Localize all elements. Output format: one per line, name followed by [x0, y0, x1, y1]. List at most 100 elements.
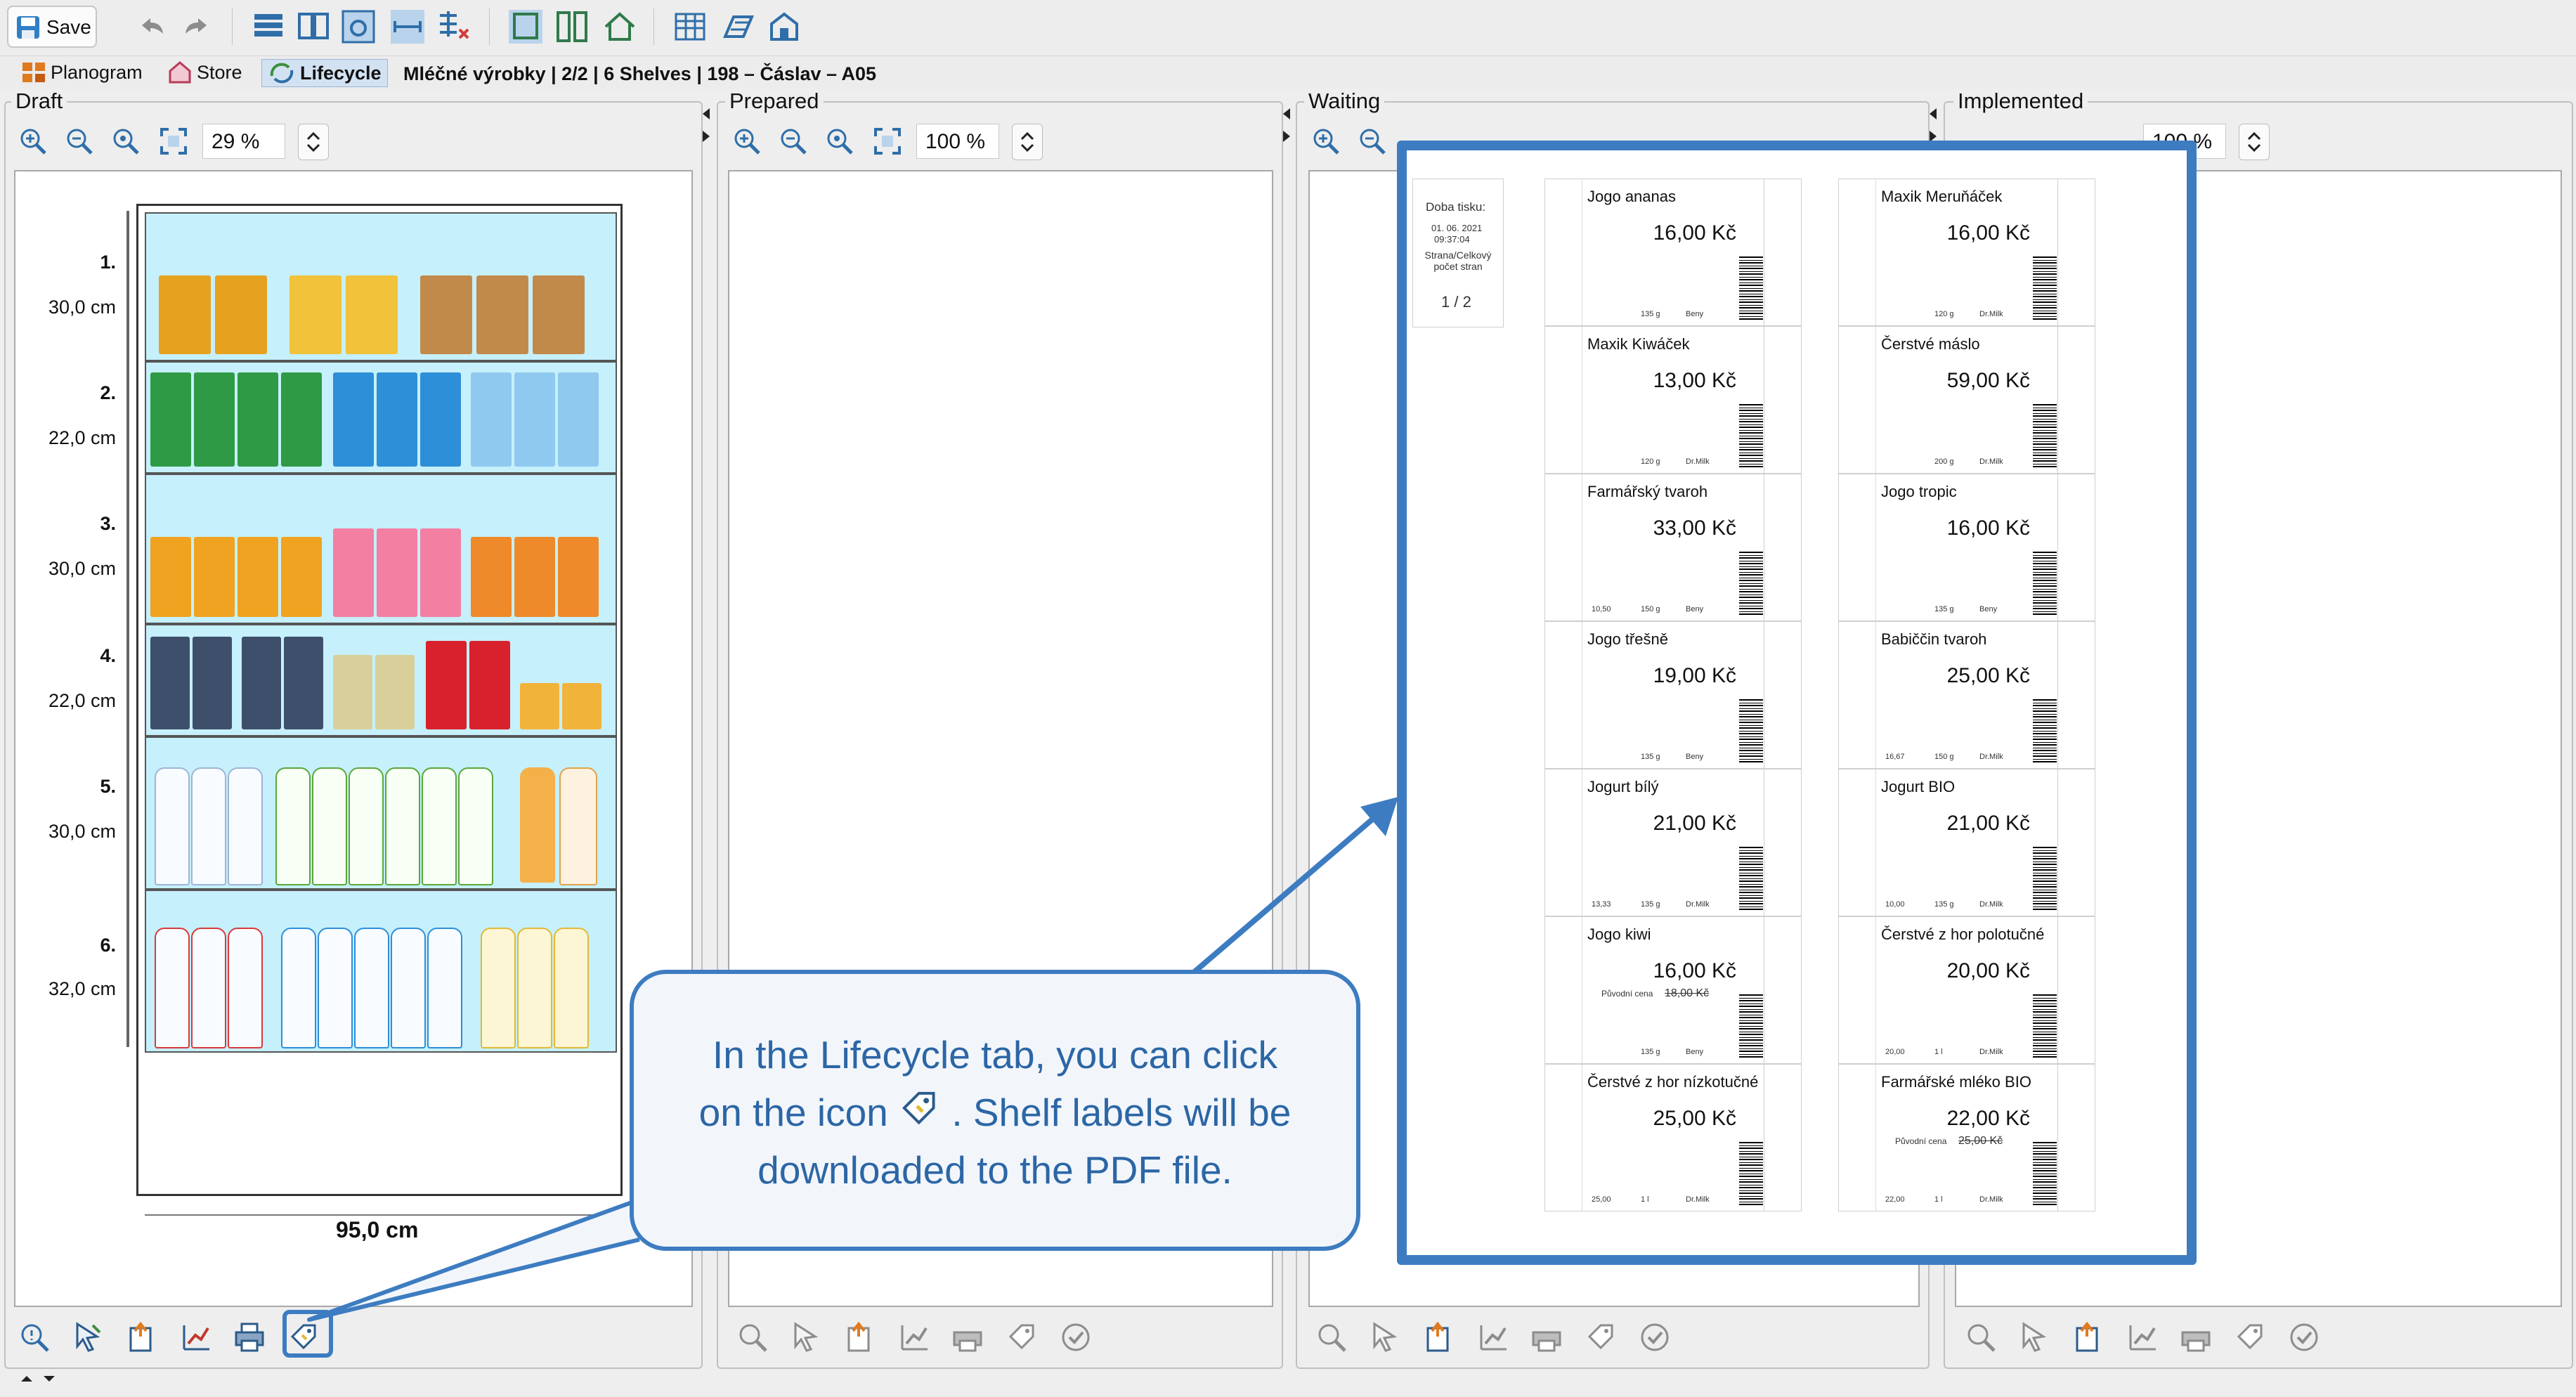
product-milk-bottle[interactable]	[349, 767, 384, 885]
product-yogurt-drink[interactable]	[558, 537, 599, 617]
product-milk-carton[interactable]	[420, 372, 461, 467]
approve-check-icon[interactable]	[1639, 1321, 1671, 1353]
product-yogurt-drink[interactable]	[194, 537, 235, 617]
dimension-icon[interactable]	[389, 8, 426, 45]
product-yogurt-drink[interactable]	[281, 537, 322, 617]
floor-plan-icon[interactable]	[720, 8, 756, 45]
select-pointer-icon[interactable]	[2018, 1321, 2050, 1353]
product-milk-bottle[interactable]	[155, 767, 190, 885]
zoom-level-input[interactable]: 100 %	[916, 124, 999, 159]
select-pointer-icon[interactable]	[790, 1321, 822, 1353]
product-yogurt-drink[interactable]	[238, 537, 278, 617]
photo-view-icon[interactable]	[340, 8, 377, 45]
zoom-fit-icon[interactable]	[825, 126, 854, 156]
panel-resize-arrows-icon[interactable]	[18, 1372, 60, 1386]
print-icon[interactable]	[233, 1321, 266, 1353]
zoom-out-icon[interactable]	[65, 126, 94, 156]
zoom-out-icon[interactable]	[779, 126, 808, 156]
grid-edit-icon[interactable]	[436, 8, 472, 45]
product-cheese[interactable]	[476, 275, 528, 354]
product-yogurt-drink[interactable]	[420, 528, 461, 617]
product-milk-carton[interactable]	[281, 372, 322, 467]
inspect-icon[interactable]	[1315, 1321, 1348, 1353]
print-icon[interactable]	[951, 1321, 984, 1353]
fit-screen-icon[interactable]	[873, 126, 902, 156]
product-milk-bottle[interactable]	[191, 767, 226, 885]
product-milk-bottle[interactable]	[228, 928, 263, 1048]
print-icon[interactable]	[2180, 1321, 2212, 1353]
product-milk-bottle[interactable]	[354, 928, 389, 1048]
product-milk-carton[interactable]	[150, 372, 191, 467]
select-pointer-icon[interactable]	[72, 1321, 104, 1353]
redo-icon[interactable]	[178, 8, 215, 45]
save-button[interactable]: Save	[7, 6, 97, 48]
product-milk-box[interactable]	[150, 637, 190, 729]
breadcrumb-planogram[interactable]: Planogram	[21, 59, 143, 86]
product-milk-bottle[interactable]	[481, 928, 516, 1048]
export-document-icon[interactable]	[125, 1321, 157, 1353]
zoom-in-icon[interactable]	[18, 126, 48, 156]
zoom-stepper[interactable]	[2239, 124, 2270, 160]
approve-check-icon[interactable]	[2288, 1321, 2320, 1353]
product-milk-bottle[interactable]	[318, 928, 353, 1048]
product-cream[interactable]	[562, 683, 601, 729]
spreadsheet-icon[interactable]	[672, 8, 708, 45]
collapse-left-icon[interactable]	[1928, 104, 1938, 146]
planogram-report-icon[interactable]	[2126, 1321, 2159, 1353]
product-milk-bottle[interactable]	[391, 928, 426, 1048]
product-milk-carton[interactable]	[514, 372, 555, 467]
product-yogurt-drink[interactable]	[150, 537, 191, 617]
product-milk-bottle[interactable]	[422, 767, 457, 885]
export-document-icon[interactable]	[843, 1321, 876, 1353]
product-milk-carton[interactable]	[377, 372, 417, 467]
shelf-label-pdf-icon[interactable]	[2235, 1321, 2267, 1353]
product-yogurt-drink[interactable]	[377, 528, 417, 617]
product-yogurt-drink[interactable]	[471, 537, 512, 617]
product-cheese[interactable]	[420, 275, 472, 354]
product-milk-bottle[interactable]	[385, 767, 420, 885]
product-milk-carton[interactable]	[238, 372, 278, 467]
product-milk-bottle[interactable]	[191, 928, 226, 1048]
product-milk-bottle[interactable]	[554, 928, 589, 1048]
breadcrumb-store[interactable]: Store	[167, 59, 242, 86]
product-milk-box[interactable]	[426, 641, 467, 729]
inspect-icon[interactable]	[1965, 1321, 1997, 1353]
shelf-label-pdf-icon[interactable]	[1006, 1321, 1039, 1353]
product-milk-bottle[interactable]	[559, 767, 597, 885]
approve-check-icon[interactable]	[1060, 1321, 1092, 1353]
store-map-icon[interactable]	[766, 8, 802, 45]
product-milk-carton[interactable]	[333, 372, 374, 467]
planogram-report-icon[interactable]	[1477, 1321, 1509, 1353]
product-cheese[interactable]	[290, 275, 341, 354]
product-cream[interactable]	[520, 683, 559, 729]
product-milk-bottle[interactable]	[155, 928, 190, 1048]
store-home-icon[interactable]	[601, 8, 638, 45]
product-milk-bottle[interactable]	[517, 928, 552, 1048]
zoom-in-icon[interactable]	[732, 126, 762, 156]
undo-icon[interactable]	[134, 8, 170, 45]
breadcrumb-lifecycle[interactable]: Lifecycle	[261, 59, 388, 87]
planogram-layout-icon[interactable]	[507, 8, 544, 45]
planogram-report-icon[interactable]	[898, 1321, 930, 1353]
product-milk-bottle[interactable]	[275, 767, 311, 885]
product-milk-box[interactable]	[193, 637, 232, 729]
collapse-left-icon[interactable]	[1282, 104, 1292, 146]
print-icon[interactable]	[1530, 1321, 1563, 1353]
product-cheese[interactable]	[346, 275, 398, 354]
fit-screen-icon[interactable]	[159, 126, 188, 156]
product-yogurt-drink[interactable]	[514, 537, 555, 617]
product-milk-bottle[interactable]	[281, 928, 316, 1048]
table-view-icon[interactable]	[250, 8, 287, 45]
zoom-stepper[interactable]	[1012, 124, 1043, 160]
zoom-out-icon[interactable]	[1358, 126, 1387, 156]
product-milk-bottle[interactable]	[312, 767, 347, 885]
product-milk-box[interactable]	[375, 655, 415, 729]
collapse-left-icon[interactable]	[701, 104, 711, 146]
product-cheese[interactable]	[159, 275, 211, 354]
product-milk-bottle[interactable]	[228, 767, 263, 885]
product-milk-box[interactable]	[284, 637, 323, 729]
product-milk-carton[interactable]	[194, 372, 235, 467]
product-milk-carton[interactable]	[471, 372, 512, 467]
product-milk-box[interactable]	[242, 637, 281, 729]
export-document-icon[interactable]	[1422, 1321, 1455, 1353]
